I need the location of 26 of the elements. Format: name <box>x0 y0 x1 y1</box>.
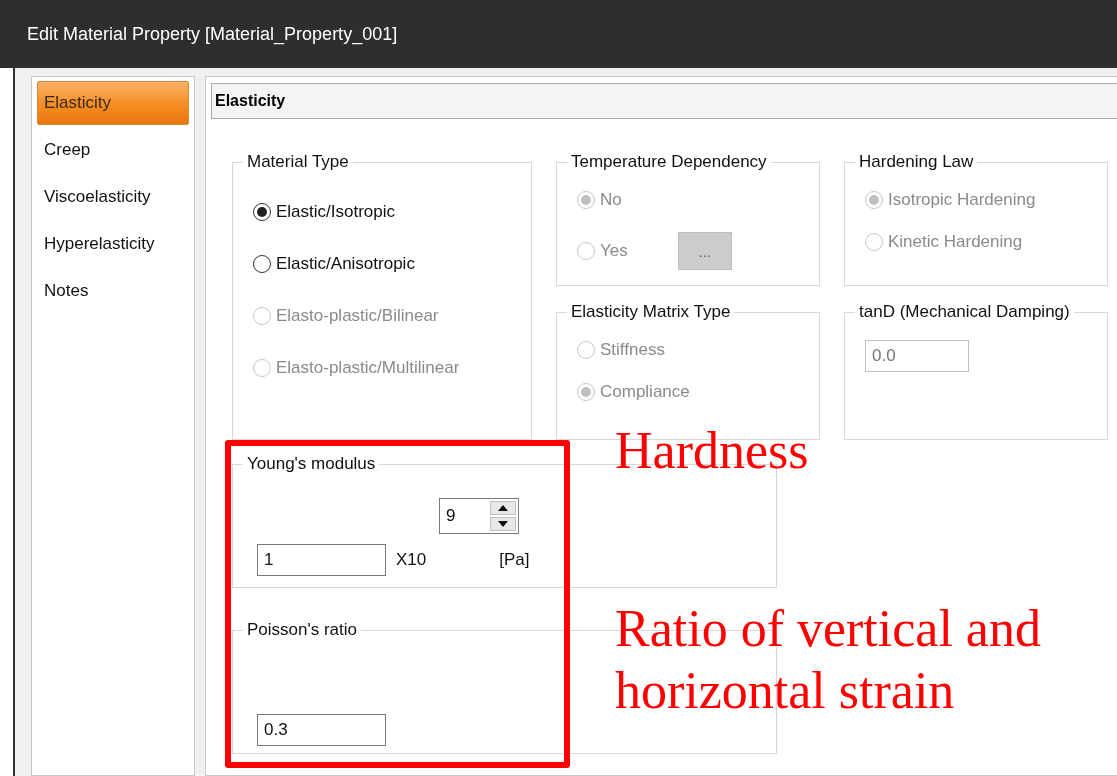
multiplier-label: X10 <box>396 550 427 570</box>
input-field[interactable]: 0.3 <box>257 714 386 746</box>
group-title: Material Type <box>246 152 350 172</box>
sidebar-item[interactable]: Hyperelasticity <box>37 222 189 266</box>
group-title: Young's modulus <box>246 454 377 474</box>
sidebar-item[interactable]: Viscoelasticity <box>37 175 189 219</box>
sidebar-item[interactable]: Creep <box>37 128 189 172</box>
radio-button[interactable] <box>253 255 271 273</box>
annotation-text: Ratio of vertical and horizontal strain <box>615 599 1042 721</box>
panel-header: Elasticity <box>211 83 1117 119</box>
spin-box[interactable]: 9 <box>439 498 519 534</box>
group-title: Poisson's ratio <box>246 620 359 640</box>
input-field[interactable]: 1 <box>257 544 386 576</box>
radio-label[interactable]: Elastic/Anisotropic <box>276 254 415 274</box>
sidebar-item[interactable]: Elasticity <box>37 81 189 125</box>
window-title: Edit Material Property [Material_Property_001] <box>27 23 398 45</box>
group-title: Temperature Dependency <box>570 152 768 172</box>
radio-button[interactable] <box>253 203 271 221</box>
sidebar-item[interactable]: Notes <box>37 269 189 313</box>
group-title: Elasticity Matrix Type <box>570 302 732 322</box>
unit-label: [Pa] <box>499 550 530 570</box>
group-title: Hardening Law <box>858 152 975 172</box>
group-title: tanD (Mechanical Damping) <box>858 302 1071 322</box>
annotation-text: Hardness <box>615 421 810 481</box>
exponent-field[interactable]: 9 <box>440 501 488 531</box>
radio-label[interactable]: Elastic/Isotropic <box>276 202 396 222</box>
